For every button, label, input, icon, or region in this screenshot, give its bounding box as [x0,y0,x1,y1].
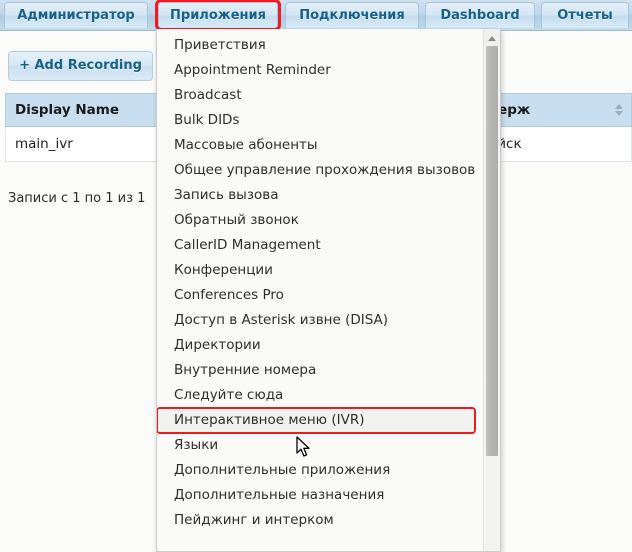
dropdown-menu-item[interactable]: Пейджинг и интерком [157,508,475,533]
dropdown-menu-item[interactable]: Директории [157,333,475,358]
dropdown-menu-item[interactable]: Дополнительные назначения [157,483,475,508]
applications-dropdown-menu[interactable]: Приветствия Appointment Reminder Broadcast… [156,29,501,552]
dropdown-menu-item[interactable]: Внутренние номера [157,358,475,383]
dropdown-menu-item[interactable]: Языки [157,433,475,458]
dropdown-menu-item[interactable]: Broadcast [157,83,475,108]
nav-tab-4[interactable]: Dashboard [425,2,535,28]
dropdown-menu-item[interactable]: Интерактивное меню (IVR) [157,407,476,434]
sort-arrows-icon[interactable] [615,103,624,117]
dropdown-menu-item[interactable]: Общее управление прохождения вызовов [157,158,475,183]
caret-up-icon[interactable] [484,29,500,46]
nav-tab-3[interactable]: Подключения [285,2,419,28]
dropdown-menu-item[interactable]: Bulk DIDs [157,108,475,133]
top-navigation-bar: Администратор Приложения Подключения Dashbo… [0,0,632,31]
dropdown-menu-item[interactable]: Appointment Reminder [157,58,475,83]
add-recording-button[interactable]: + Add Recording [8,51,153,81]
nav-tab-5[interactable]: Отчеты [541,2,629,28]
nav-tab-2[interactable]: Приложения [155,0,281,31]
dropdown-menu-item[interactable]: CallerID Management [157,233,475,258]
dropdown-item-list: Приветствия Appointment Reminder Broadcast… [157,33,476,533]
dropdown-menu-item[interactable]: Дополнительные приложения [157,458,475,483]
dropdown-menu-item[interactable]: Доступ в Asterisk извне (DISA) [157,308,475,333]
dropdown-menu-item[interactable]: Conferences Pro [157,283,475,308]
dropdown-menu-item[interactable]: Массовые абоненты [157,133,475,158]
dropdown-menu-item[interactable]: Следуйте сюда [157,383,475,408]
dropdown-menu-item[interactable]: Приветствия [157,33,475,58]
dropdown-menu-item[interactable]: Конференции [157,258,475,283]
records-count-label: Записи с 1 по 1 из 1 [8,191,146,206]
nav-tab-1[interactable]: Администратор [4,2,148,28]
column-header-label: Display Name [15,102,119,118]
dropdown-menu-item[interactable]: Запись вызова [157,183,475,208]
dropdown-menu-item[interactable]: Обратный звонок [157,208,475,233]
dropdown-scrollbar[interactable] [483,29,500,551]
scrollbar-thumb[interactable] [486,46,498,456]
